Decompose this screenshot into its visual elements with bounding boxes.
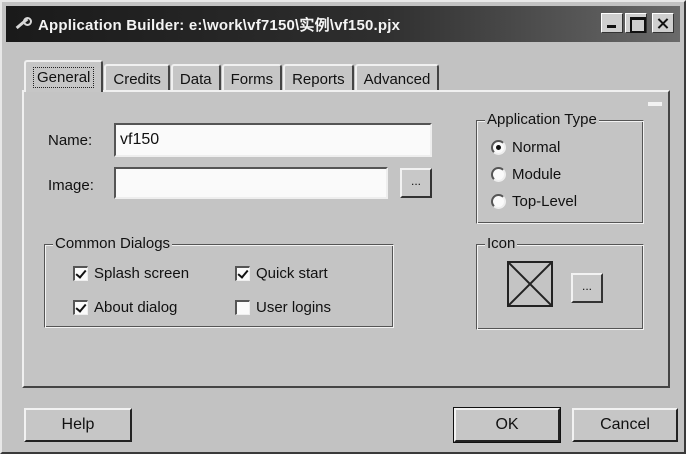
- user-logins-checkbox[interactable]: User logins: [235, 299, 331, 316]
- radio-label: Top-Level: [512, 193, 578, 210]
- tab-label: Reports: [292, 70, 345, 88]
- minimize-button[interactable]: [601, 13, 623, 33]
- about-dialog-checkbox[interactable]: About dialog: [73, 299, 177, 316]
- checkbox-indicator: [235, 300, 250, 315]
- ok-button-label: OK: [495, 416, 519, 433]
- checkbox-label: Splash screen: [94, 265, 190, 282]
- splash-screen-checkbox[interactable]: Splash screen: [73, 265, 189, 282]
- tab-label: Forms: [230, 70, 274, 88]
- maximize-button[interactable]: [625, 13, 647, 33]
- help-button-label: Help: [61, 416, 95, 433]
- tab-strip: General Credits Data Forms Reports Advan…: [24, 60, 440, 92]
- title-bar[interactable]: Application Builder: e:\work\vf7150\实例\v…: [6, 6, 680, 42]
- radio-normal[interactable]: Normal: [491, 139, 560, 156]
- tab-reports[interactable]: Reports: [283, 64, 354, 92]
- tab-forms[interactable]: Forms: [221, 64, 283, 92]
- application-type-group: Application Type Normal Module Top-Level: [476, 111, 644, 224]
- name-label: Name:: [48, 132, 93, 149]
- common-dialogs-group: Common Dialogs Splash screen Quick start…: [44, 235, 394, 328]
- image-browse-button[interactable]: ...: [400, 168, 432, 198]
- empty-image-icon: [509, 263, 551, 305]
- tab-label: General: [33, 66, 95, 88]
- help-button[interactable]: Help: [24, 408, 132, 442]
- image-label: Image:: [48, 177, 94, 194]
- close-button[interactable]: [652, 13, 674, 33]
- tab-data[interactable]: Data: [170, 64, 221, 92]
- application-builder-window: Application Builder: e:\work\vf7150\实例\v…: [0, 0, 686, 454]
- cancel-button-label: Cancel: [600, 416, 650, 433]
- tab-label: Credits: [113, 70, 161, 88]
- image-field[interactable]: [114, 167, 388, 199]
- checkbox-label: User logins: [256, 299, 332, 316]
- common-dialogs-title: Common Dialogs: [53, 235, 173, 252]
- icon-browse-button[interactable]: ...: [571, 273, 603, 303]
- radio-top-level[interactable]: Top-Level: [491, 193, 577, 210]
- icon-group: Icon ...: [476, 235, 644, 330]
- radio-indicator: [491, 194, 506, 209]
- radio-indicator: [491, 140, 506, 155]
- panel-marker: [648, 102, 662, 106]
- ok-button[interactable]: OK: [453, 407, 561, 443]
- cancel-button[interactable]: Cancel: [572, 408, 678, 442]
- icon-preview: [507, 261, 553, 307]
- icon-group-title: Icon: [485, 235, 518, 252]
- quick-start-checkbox[interactable]: Quick start: [235, 265, 328, 282]
- radio-module[interactable]: Module: [491, 166, 561, 183]
- window-controls: [601, 13, 674, 33]
- radio-label: Module: [512, 166, 562, 183]
- radio-indicator: [491, 167, 506, 182]
- application-type-title: Application Type: [485, 111, 599, 128]
- tab-label: Advanced: [363, 70, 431, 88]
- radio-label: Normal: [512, 139, 561, 156]
- general-tab-panel: Name: vf150 Image: ... Application Type …: [22, 90, 670, 388]
- tab-label: Data: [179, 70, 212, 88]
- checkbox-label: About dialog: [94, 299, 178, 316]
- checkbox-indicator: [73, 266, 88, 281]
- name-field[interactable]: vf150: [114, 123, 432, 157]
- tab-general[interactable]: General: [24, 60, 104, 92]
- tab-credits[interactable]: Credits: [104, 64, 170, 92]
- tab-advanced[interactable]: Advanced: [354, 64, 440, 92]
- checkbox-indicator: [235, 266, 250, 281]
- checkbox-indicator: [73, 300, 88, 315]
- checkbox-label: Quick start: [256, 265, 328, 282]
- window-title: Application Builder: e:\work\vf7150\实例\v…: [38, 16, 401, 34]
- wand-icon: [12, 14, 32, 34]
